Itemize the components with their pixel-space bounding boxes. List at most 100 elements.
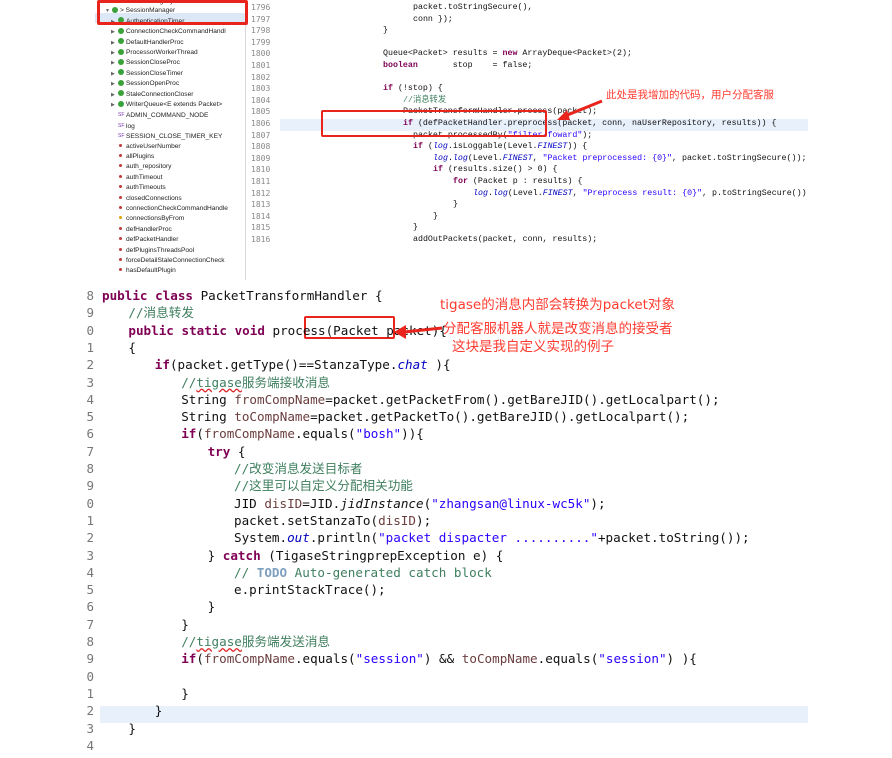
outline-item[interactable]: ▶ WriterQueue<E extends Packet> xyxy=(95,100,222,110)
outline-item[interactable]: ▶ SessionCloseProc xyxy=(95,58,180,68)
code-line[interactable]: //消息转发 xyxy=(403,95,446,107)
code-line[interactable]: // TODO Auto-generated catch block xyxy=(234,564,492,581)
chevron-right-icon[interactable]: ▶ xyxy=(111,58,118,68)
chevron-right-icon[interactable]: ▶ xyxy=(111,90,118,100)
line-number: 0 xyxy=(86,668,94,684)
outline-item[interactable]: ▶ ConnectionCheckCommandHandl xyxy=(95,27,226,37)
outline-item[interactable]: ▶ SessionCloseTimer xyxy=(95,69,183,79)
code-line[interactable]: if(packet.getType()==StanzaType.chat ){ xyxy=(155,356,451,373)
private-field-icon xyxy=(119,174,122,178)
line-number: 2 xyxy=(86,530,94,546)
code-line[interactable]: String toCompName=packet.getPacketTo().g… xyxy=(181,408,689,425)
line-number: 8 xyxy=(86,288,94,303)
static-final-field-icon: SF xyxy=(118,122,125,129)
code-line[interactable]: if (log.isLoggable(Level.FINEST)) { xyxy=(413,141,587,153)
code-line[interactable]: } xyxy=(128,720,136,737)
private-field-icon xyxy=(119,143,122,147)
chevron-right-icon[interactable]: ▶ xyxy=(111,27,118,37)
code-line[interactable]: if (!stop) { xyxy=(383,83,443,95)
code-line[interactable]: packet.toStringSecure(), xyxy=(413,2,533,14)
chevron-right-icon[interactable]: ▶ xyxy=(111,38,118,48)
code-line[interactable]: packet.setStanzaTo(disID); xyxy=(234,512,431,529)
outline-item[interactable]: activeUserNumber xyxy=(95,142,181,152)
code-line[interactable]: System.out.println("packet dispacter ...… xyxy=(234,529,750,546)
code-line[interactable]: //这里可以自定义分配相关功能 xyxy=(234,477,413,494)
outline-item[interactable]: hasDefaultPlugin xyxy=(95,266,176,276)
line-number: 2 xyxy=(86,357,94,373)
outline-item-label: log xyxy=(126,122,135,130)
line-number: 1806 xyxy=(251,119,271,128)
code-line[interactable]: } xyxy=(383,25,388,37)
line-number: 1 xyxy=(86,339,94,355)
code-line[interactable]: try { xyxy=(208,443,246,460)
outline-item[interactable]: ▶ DefaultHandlerProc xyxy=(95,38,184,48)
outline-item[interactable]: authTimeouts xyxy=(95,183,166,193)
code-line[interactable]: if(fromCompName.equals("session") && toC… xyxy=(181,650,697,667)
line-number: 7 xyxy=(86,443,94,459)
outline-item[interactable]: ▶ ProcessorWorkerThread xyxy=(95,48,198,58)
line-number: 7 xyxy=(86,616,94,632)
code-line[interactable]: } xyxy=(181,616,189,633)
code-line[interactable]: } xyxy=(155,702,163,719)
code-line[interactable]: log.log(Level.FINEST, "Packet preprocess… xyxy=(433,153,806,165)
code-line[interactable]: addOutPackets(packet, conn, results); xyxy=(413,234,597,246)
code-line[interactable]: } catch (TigaseStringprepException e) { xyxy=(208,547,504,564)
outline-item[interactable]: allPlugins xyxy=(95,152,154,162)
code-line[interactable]: //tigase服务端接收消息 xyxy=(181,374,330,391)
private-field-icon xyxy=(119,247,122,251)
outline-item-label: forceDetailStaleConnectionCheck xyxy=(126,257,225,264)
outline-item[interactable]: connectionCheckCommandHandle xyxy=(95,204,228,214)
outline-item[interactable]: ▶ SessionOpenProc xyxy=(95,79,179,89)
code-line[interactable]: } xyxy=(208,598,216,615)
line-number: 1815 xyxy=(251,223,271,233)
code-line[interactable]: { xyxy=(128,339,136,356)
chevron-right-icon[interactable]: ▶ xyxy=(111,48,118,58)
outline-item-label: ConnectionCheckCommandHandl xyxy=(126,28,226,36)
line-number: 1813 xyxy=(251,200,271,210)
outline-item[interactable]: auth_repository xyxy=(95,162,171,172)
outline-item[interactable]: authTimeout xyxy=(95,173,162,183)
code-line[interactable]: if(fromCompName.equals("bosh")){ xyxy=(181,425,424,442)
outline-item[interactable]: closedConnections xyxy=(95,194,182,204)
code-line[interactable]: boolean stop = false; xyxy=(383,60,532,72)
code-line[interactable]: } xyxy=(413,222,418,234)
outline-item[interactable]: SF ADMIN_COMMAND_NODE xyxy=(95,110,208,120)
class-icon xyxy=(118,100,124,107)
chevron-right-icon[interactable]: ▶ xyxy=(111,79,118,89)
code-line[interactable]: public class PacketTransformHandler { xyxy=(102,287,383,304)
outline-item[interactable]: SF log xyxy=(95,121,135,131)
session-manager-highlight-box xyxy=(97,0,248,25)
outline-item-label: connectionsByFrom xyxy=(126,215,185,223)
code-line[interactable]: for (Packet p : results) { xyxy=(453,176,582,188)
code-line[interactable]: } xyxy=(433,211,438,223)
annotation-custom-example: 这块是我自定义实现的例子 xyxy=(452,339,614,355)
bottom-code-editor[interactable]: 8 9 0 1 2 3 4 5 6 7 8 9 0 1 2 3 4 5 6 7 8 9 0 1 2 3 4 public class … xyxy=(78,283,808,758)
top-screenshot: J > SessionManager.java ▼ > SessionManager ▶… xyxy=(95,0,808,280)
outline-item[interactable]: defPluginsThreadsPool xyxy=(95,246,194,256)
outline-item[interactable]: defPacketHandler xyxy=(95,235,178,245)
code-line[interactable]: //消息转发 xyxy=(128,304,194,321)
private-field-icon xyxy=(119,268,122,272)
code-line[interactable]: Queue<Packet> results = new ArrayDeque<P… xyxy=(383,48,632,60)
code-line[interactable]: e.printStackTrace(); xyxy=(234,581,386,598)
line-number: 1814 xyxy=(251,211,271,221)
code-line[interactable]: if (results.size() > 0) { xyxy=(433,164,558,176)
outline-item[interactable]: ▶ StaleConnectionCloser xyxy=(95,90,193,100)
line-number: 5 xyxy=(86,409,94,425)
code-line[interactable]: } xyxy=(453,199,458,211)
outline-item[interactable]: defHandlerProc xyxy=(95,225,172,235)
code-line[interactable]: //tigase服务端发送消息 xyxy=(181,633,330,650)
outline-item[interactable]: SF SESSION_CLOSE_TIMER_KEY xyxy=(95,131,222,141)
code-line[interactable]: } xyxy=(181,685,189,702)
code-line[interactable]: log.log(Level.FINEST, "Preprocess result… xyxy=(473,188,808,200)
chevron-right-icon[interactable]: ▶ xyxy=(111,100,118,110)
outline-item[interactable]: connectionsByFrom xyxy=(95,214,184,224)
code-line[interactable]: //改变消息发送目标者 xyxy=(234,460,363,477)
code-line[interactable]: JID disID=JID.jidInstance("zhangsan@linu… xyxy=(234,495,606,512)
code-line[interactable]: String fromCompName=packet.getPacketFrom… xyxy=(181,391,719,408)
chevron-right-icon[interactable]: ▶ xyxy=(111,69,118,79)
top-code-editor[interactable]: 1796 1797 1798 1799 1800 1801 1802 1803 1804 1805… xyxy=(248,0,808,280)
line-number: 3 xyxy=(86,547,94,563)
outline-item[interactable]: forceDetailStaleConnectionCheck xyxy=(95,256,225,266)
code-line[interactable]: conn }); xyxy=(413,14,453,26)
